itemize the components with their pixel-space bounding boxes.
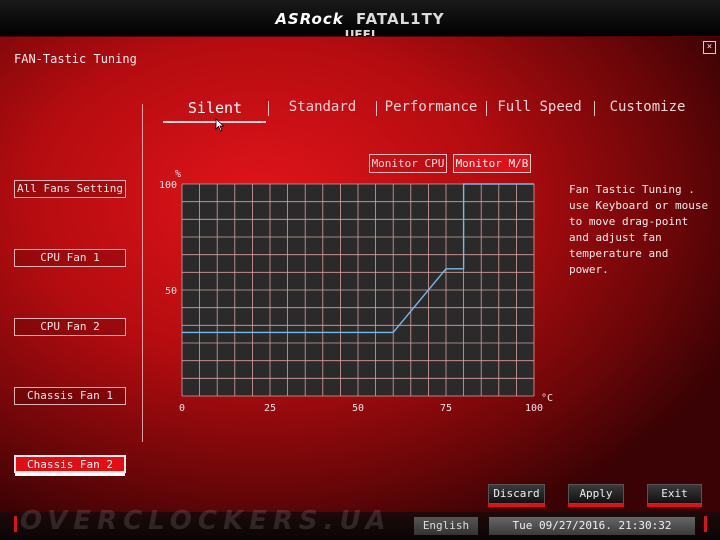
tab-customize[interactable]: Customize <box>600 99 695 119</box>
watermark: OVERCLOCKERS.UA <box>20 506 392 536</box>
x-tick-label: 0 <box>179 403 185 414</box>
y-tick-label: 50 <box>165 286 177 297</box>
tab-standard[interactable]: Standard <box>275 99 370 119</box>
tab-full-speed[interactable]: Full Speed <box>492 99 587 119</box>
footer-accent <box>704 516 707 532</box>
x-tick-label: 50 <box>352 403 364 414</box>
fan-curve-chart[interactable]: 0 25 50 75 100 50 100% °C <box>160 165 560 415</box>
sidebar-item-chassis-fan-1[interactable]: Chassis Fan 1 <box>14 387 126 405</box>
brand-uefi: UEFI <box>344 28 376 36</box>
apply-button[interactable]: Apply <box>568 484 624 507</box>
sidebar-item-cpu-fan-1[interactable]: CPU Fan 1 <box>14 249 126 267</box>
sidebar-item-chassis-fan-2[interactable]: Chassis Fan 2 <box>14 455 126 473</box>
exit-button[interactable]: Exit <box>647 484 702 507</box>
top-bar: ASRock FATAL1TY UEFI <box>0 0 720 37</box>
tab-divider <box>268 101 269 116</box>
tab-divider <box>594 101 595 116</box>
discard-button[interactable]: Discard <box>488 484 545 507</box>
sidebar-item-cpu-fan-2[interactable]: CPU Fan 2 <box>14 318 126 336</box>
x-tick-label: 75 <box>440 403 452 414</box>
tab-performance[interactable]: Performance <box>382 99 480 119</box>
x-tick-label: 100 <box>525 403 543 414</box>
tab-divider <box>486 101 487 116</box>
tab-divider <box>376 101 377 116</box>
sidebar-item-all-fans-setting[interactable]: All Fans Setting <box>14 180 126 198</box>
mouse-cursor-icon <box>215 118 225 132</box>
brand-logo: ASRock FATAL1TY <box>0 10 720 28</box>
x-tick-label: 25 <box>264 403 276 414</box>
datetime-display: Tue 09/27/2016. 21:30:32 <box>489 517 695 535</box>
y-tick-label: 100 <box>160 180 177 191</box>
y-axis-label: % <box>175 169 181 180</box>
footer-accent <box>14 516 17 532</box>
help-text: Fan Tastic Tuning . use Keyboard or mous… <box>569 183 709 276</box>
brand-fatality: FATAL1TY <box>355 10 445 28</box>
x-axis-label: °C <box>541 393 553 404</box>
brand-asrock: ASRock <box>275 10 344 28</box>
tab-silent[interactable]: Silent <box>165 99 265 119</box>
page-title: FAN-Tastic Tuning <box>14 52 137 66</box>
language-button[interactable]: English <box>414 517 478 535</box>
close-icon[interactable]: × <box>703 41 716 54</box>
sidebar-divider <box>142 104 143 442</box>
